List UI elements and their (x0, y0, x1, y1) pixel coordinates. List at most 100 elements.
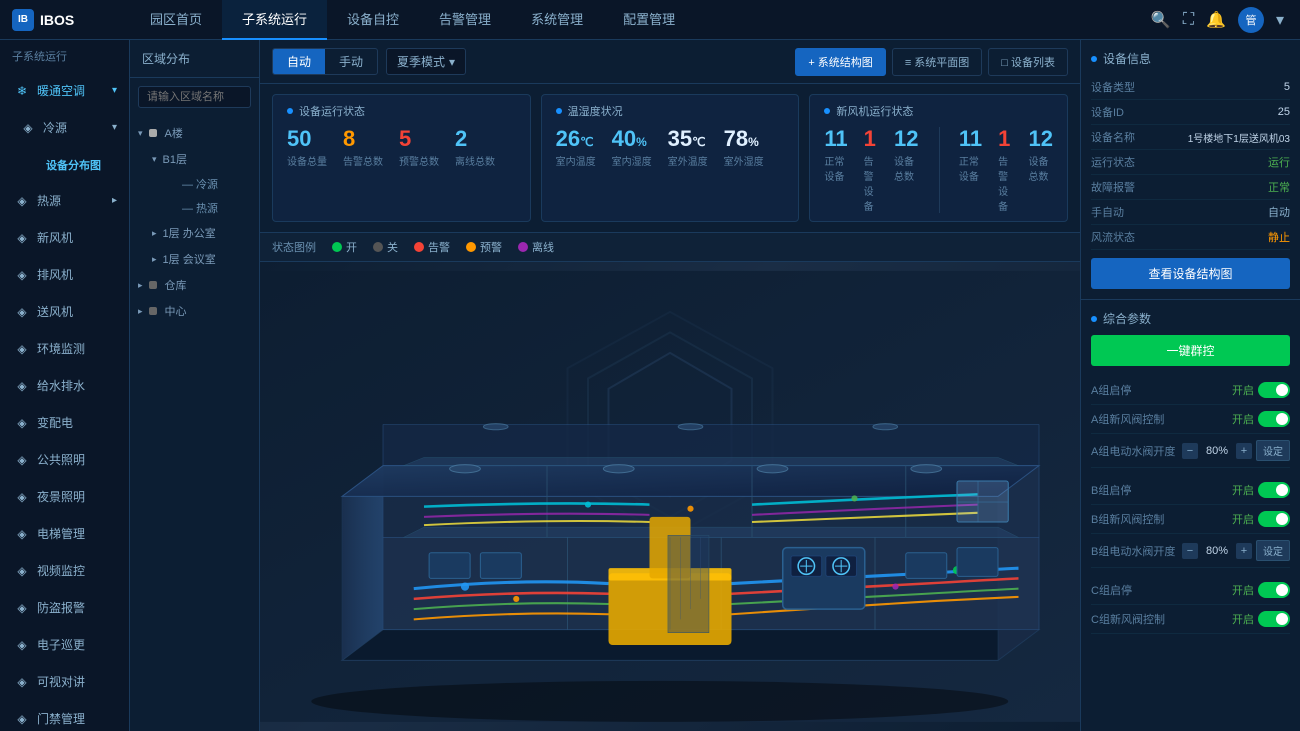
sidebar-item-cold[interactable]: ◈ 冷源 ▾ (10, 109, 129, 146)
toggle-c-valve[interactable] (1258, 611, 1290, 627)
param-row-b-water: B组电动水阀开度 − 80% + 设定 (1091, 534, 1290, 568)
indoor-hum-val: 40% (612, 127, 652, 151)
info-row-fault: 故障报警 正常 (1091, 175, 1290, 200)
param-ctrl-c-start: 开启 (1232, 582, 1290, 598)
sidebar-item-water[interactable]: ◈ 给水排水 (0, 367, 129, 404)
sidebar-item-fresh[interactable]: ◈ 新风机 (0, 219, 129, 256)
toggle-a-valve[interactable] (1258, 411, 1290, 427)
toggle-label-a-start: 开启 (1232, 382, 1254, 398)
stepper-minus-a[interactable]: − (1182, 443, 1198, 459)
view-structure-btn[interactable]: 查看设备结构图 (1091, 258, 1290, 289)
btn-floor-plan[interactable]: ≡ 系统平面图 (892, 48, 982, 76)
sidebar-item-alarm[interactable]: ◈ 防盗报警 (0, 589, 129, 626)
param-ctrl-a-water: − 80% + 设定 (1182, 440, 1290, 461)
nav-item-alarm[interactable]: 告警管理 (419, 0, 511, 40)
nav-item-home[interactable]: 园区首页 (130, 0, 222, 40)
sidebar-item-elevator[interactable]: ◈ 电梯管理 (0, 515, 129, 552)
params-section: 综合参数 一键群控 A组启停 开启 A组新风阀控制 开启 (1081, 300, 1300, 644)
info-value-id: 25 (1278, 106, 1290, 118)
fa-normal1-val: 11 (824, 127, 847, 151)
legend-dot-on (332, 242, 342, 252)
sidebar-item-intercom[interactable]: ◈ 可视对讲 (0, 663, 129, 700)
set-btn-a[interactable]: 设定 (1256, 440, 1290, 461)
nav-item-device-ctrl[interactable]: 设备自控 (327, 0, 419, 40)
arrow-f1o: ▸ (152, 228, 157, 239)
b1-label: B1层 (163, 151, 187, 167)
sidebar-item-access[interactable]: ◈ 门禁管理 (0, 700, 129, 731)
tree-item-building-a[interactable]: ▾ A楼 (130, 120, 259, 146)
sidebar-item-light[interactable]: ◈ 公共照明 (0, 441, 129, 478)
btn-manual[interactable]: 手动 (325, 49, 377, 74)
toggle-b-start[interactable] (1258, 482, 1290, 498)
sidebar-item-exhaust[interactable]: ◈ 排风机 (0, 256, 129, 293)
nav-item-subsystem[interactable]: 子系统运行 (222, 0, 327, 40)
tree-leaf-heat[interactable]: — 热源 (158, 196, 259, 220)
sidebar-elec-label: 变配电 (37, 414, 73, 431)
cold-arrow: ▾ (112, 122, 117, 133)
fa-total1-label: 设备总数 (894, 153, 918, 183)
hvac-icon: ❄ (15, 84, 29, 98)
stepper-plus-a[interactable]: + (1236, 443, 1252, 459)
building-3d-svg (260, 262, 1080, 731)
stepper-minus-b[interactable]: − (1182, 543, 1198, 559)
season-mode-select[interactable]: 夏季模式 ▾ (386, 48, 466, 75)
elec-icon: ◈ (15, 416, 29, 430)
viz-area[interactable] (260, 262, 1080, 731)
fullscreen-icon[interactable]: ⛶ (1183, 11, 1194, 29)
sidebar-item-supply[interactable]: ◈ 送风机 (0, 293, 129, 330)
indoor-temp-label: 室内温度 (556, 153, 596, 168)
info-label-fault: 故障报警 (1091, 179, 1135, 195)
tree-item-floor1-office[interactable]: ▸ 1层 办公室 (144, 220, 259, 246)
nav-item-config[interactable]: 配置管理 (603, 0, 695, 40)
fa-total2-val: 12 (1029, 127, 1053, 151)
set-btn-b[interactable]: 设定 (1256, 540, 1290, 561)
search-icon[interactable]: 🔍 (1151, 10, 1171, 30)
sidebar-item-patrol[interactable]: ◈ 电子巡更 (0, 626, 129, 663)
sidebar-item-cctv[interactable]: ◈ 视频监控 (0, 552, 129, 589)
fa-normal2-label: 正常设备 (959, 153, 982, 183)
avatar[interactable]: 管 (1238, 7, 1264, 33)
info-row-type: 设备类型 5 (1091, 75, 1290, 100)
bell-icon[interactable]: 🔔 (1206, 10, 1226, 30)
sidebar-item-hvac[interactable]: ❄ 暖通空调 ▾ (0, 72, 129, 109)
toggle-a-start[interactable] (1258, 382, 1290, 398)
info-label-airflow: 风流状态 (1091, 229, 1135, 245)
toggle-c-start[interactable] (1258, 582, 1290, 598)
card2-title-text: 温湿度状况 (568, 103, 623, 119)
sidebar-item-env[interactable]: ◈ 环境监测 (0, 330, 129, 367)
btn-structure[interactable]: + 系统结构图 (795, 48, 885, 76)
intercom-icon: ◈ (15, 675, 29, 689)
water-icon: ◈ (15, 379, 29, 393)
info-value-type: 5 (1284, 81, 1290, 93)
legend-label-offline: 离线 (532, 239, 554, 255)
dropdown-icon[interactable]: ▾ (1276, 10, 1284, 30)
info-label-status: 运行状态 (1091, 154, 1135, 170)
sidebar-item-night[interactable]: ◈ 夜景照明 (0, 478, 129, 515)
tree-item-floor1-meeting[interactable]: ▸ 1层 会议室 (144, 246, 259, 272)
toggle-b-valve[interactable] (1258, 511, 1290, 527)
sidebar-device-map[interactable]: 设备分布图 (38, 152, 129, 178)
legend-title: 状态图例 (272, 239, 316, 255)
metric-total-label: 设备总量 (287, 153, 327, 168)
status-card-temp: 温湿度状况 26℃ 室内温度 40% 室内湿度 35℃ 室 (541, 94, 800, 222)
toolbar-right: + 系统结构图 ≡ 系统平面图 □ 设备列表 (795, 48, 1068, 76)
outdoor-temp-label: 室外温度 (668, 153, 708, 168)
tree-leaf-cold[interactable]: — 冷源 (158, 172, 259, 196)
tree-item-center[interactable]: ▸ 中心 (130, 298, 259, 324)
indoor-temp-val: 26℃ (556, 127, 596, 151)
legend-row: 状态图例 开 关 告警 预警 (260, 233, 1080, 262)
one-key-btn[interactable]: 一键群控 (1091, 335, 1290, 366)
supply-icon: ◈ (15, 305, 29, 319)
btn-device-list[interactable]: □ 设备列表 (988, 48, 1068, 76)
zone-search-input[interactable] (138, 86, 251, 108)
sidebar-item-heat[interactable]: ◈ 热源 ▸ (0, 182, 129, 219)
sidebar-exhaust-label: 排风机 (37, 266, 73, 283)
btn-auto[interactable]: 自动 (273, 49, 325, 74)
sidebar-item-elec[interactable]: ◈ 变配电 (0, 404, 129, 441)
nav-item-system[interactable]: 系统管理 (511, 0, 603, 40)
stepper-plus-b[interactable]: + (1236, 543, 1252, 559)
building-a-color (149, 129, 157, 137)
tree-item-b1[interactable]: ▾ B1层 (144, 146, 259, 172)
tree-item-warehouse[interactable]: ▸ 仓库 (130, 272, 259, 298)
info-row-id: 设备ID 25 (1091, 100, 1290, 125)
